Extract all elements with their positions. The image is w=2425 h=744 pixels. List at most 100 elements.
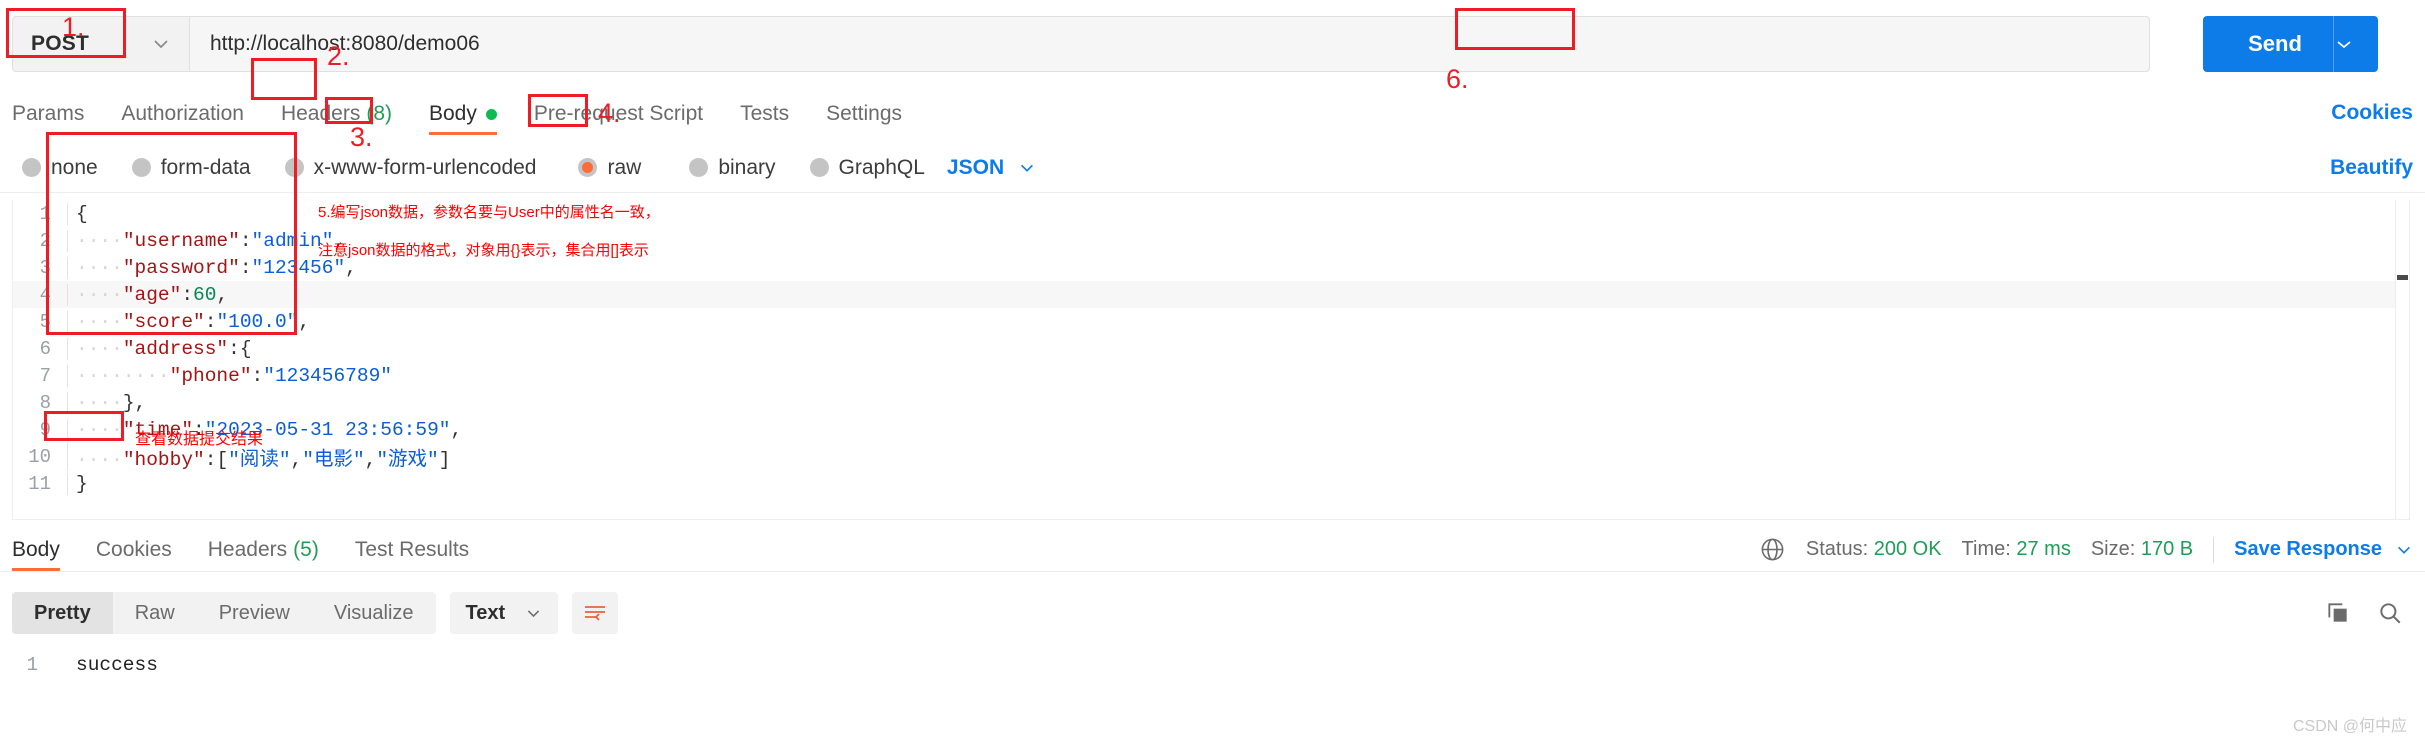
response-tab-test-results[interactable]: Test Results (355, 528, 469, 571)
view-mode-preview[interactable]: Preview (197, 592, 312, 634)
view-mode-raw[interactable]: Raw (113, 592, 197, 634)
cookies-link[interactable]: Cookies (2331, 92, 2413, 134)
code-text: ····"time":"2023-05-31 23:56:59", (67, 418, 462, 441)
annotation-text-5-line2: 注意json数据的格式，对象用{}表示，集合用[]表示 (318, 242, 649, 259)
response-view-toolbar: Pretty Raw Preview Visualize Text (0, 588, 2425, 638)
response-tab-cookies[interactable]: Cookies (96, 528, 172, 571)
send-button-label: Send (2248, 31, 2302, 56)
editor-scrollbar-thumb[interactable] (2397, 275, 2408, 280)
meta-divider (2213, 536, 2215, 563)
editor-scrollbar[interactable] (2395, 200, 2409, 519)
code-text: ····"age":60, (67, 283, 228, 306)
tab-params[interactable]: Params (12, 93, 84, 135)
code-line[interactable]: 5 ····"score":"100.0", (13, 308, 2409, 335)
request-url-input[interactable]: http://localhost:8080/demo06 (190, 16, 2150, 72)
body-type-binary[interactable]: binary (689, 155, 776, 180)
tab-settings[interactable]: Settings (826, 93, 902, 135)
response-actions (2325, 588, 2403, 638)
annotation-text-5-line1: 5.编写json数据，参数名要与User中的属性名一致， (318, 204, 660, 221)
code-text: ········"phone":"123456789" (67, 364, 392, 387)
line-number: 3 (39, 256, 51, 279)
beautify-button[interactable]: Beautify (2330, 143, 2413, 193)
body-type-graphql-label: GraphQL (838, 155, 925, 179)
line-number: 1 (39, 202, 51, 225)
code-line[interactable]: 10 ····"hobby":["阅读","电影","游戏"] (13, 442, 2409, 471)
chevron-down-icon (151, 34, 171, 54)
radio-icon (689, 158, 709, 177)
radio-icon (131, 158, 151, 177)
view-mode-visualize[interactable]: Visualize (312, 592, 436, 634)
body-type-graphql[interactable]: GraphQL (809, 155, 925, 180)
view-mode-pretty[interactable]: Pretty (12, 592, 113, 634)
time-value: 27 ms (2016, 538, 2071, 560)
radio-checked-icon (578, 158, 598, 177)
response-tab-headers-count: (5) (293, 537, 319, 561)
search-icon[interactable] (2377, 600, 2403, 626)
status-value: 200 OK (1873, 538, 1942, 560)
code-line[interactable]: 9 ····"time":"2023-05-31 23:56:59", (13, 416, 2409, 443)
response-body-value: success (76, 654, 158, 676)
save-response-label: Save Response (2234, 538, 2382, 560)
watermark: CSDN @何中应 (2292, 718, 2407, 735)
annotation-text-result: 查看数据提交结果 (135, 431, 264, 448)
code-text: ····"username":"admin", (67, 229, 345, 252)
code-text: } (67, 472, 88, 495)
tab-body-label: Body (429, 102, 477, 125)
code-text: ····"score":"100.0", (67, 310, 310, 333)
body-type-none[interactable]: none (22, 156, 98, 180)
code-line[interactable]: 8 ····}, (13, 389, 2409, 416)
code-line[interactable]: 6 ····"address":{ (13, 335, 2409, 362)
line-number: 2 (39, 229, 51, 252)
response-meta: Status: 200 OK Time: 27 ms Size: 170 B S… (1759, 528, 2413, 571)
response-format-select[interactable]: Text (449, 592, 559, 634)
size-value: 170 B (2140, 538, 2194, 560)
request-url-bar: POST http://localhost:8080/demo06 Send (0, 8, 2425, 76)
size-group: Size: 170 B (2091, 538, 2193, 561)
response-body-line: 1 success (0, 650, 2425, 680)
globe-icon (1759, 536, 1786, 563)
tab-headers[interactable]: Headers (8) (281, 93, 392, 135)
line-number: 7 (39, 364, 51, 387)
status-label: Status: (1805, 538, 1869, 560)
response-tab-headers-label: Headers (207, 537, 288, 561)
code-line[interactable]: 7 ········"phone":"123456789" (13, 362, 2409, 389)
response-tab-headers[interactable]: Headers (5) (208, 528, 319, 571)
body-type-x-www-form-urlencoded-label: x-www-form-urlencoded (313, 155, 537, 179)
annotation-number-4: 4. (598, 98, 621, 128)
code-text: ····"address":{ (67, 337, 252, 360)
code-line[interactable]: 11} (13, 470, 2409, 497)
response-tab-body[interactable]: Body (12, 528, 60, 571)
code-line[interactable]: 4 ····"age":60, (13, 281, 2409, 308)
chevron-down-icon (1018, 159, 1036, 177)
copy-icon[interactable] (2325, 600, 2351, 626)
tab-authorization[interactable]: Authorization (121, 93, 244, 135)
line-number: 9 (39, 418, 51, 441)
tab-body[interactable]: Body (429, 93, 497, 135)
line-number: 6 (39, 337, 51, 360)
annotation-number-2: 2. (327, 41, 350, 71)
line-number: 8 (39, 391, 51, 414)
code-text: ····}, (67, 391, 146, 414)
annotation-number-6: 6. (1446, 64, 1469, 94)
response-tab-test-results-label: Test Results (354, 537, 470, 561)
tab-headers-label: Headers (280, 102, 361, 125)
send-button[interactable]: Send (2203, 16, 2378, 72)
tab-authorization-label: Authorization (121, 102, 244, 125)
response-body: 1 success (0, 650, 2425, 700)
body-type-binary-label: binary (718, 155, 776, 179)
size-label: Size: (2090, 538, 2136, 560)
tab-tests[interactable]: Tests (740, 93, 789, 135)
save-response-button[interactable]: Save Response (2234, 538, 2413, 561)
body-type-x-www-form-urlencoded[interactable]: x-www-form-urlencoded (284, 155, 537, 180)
raw-format-select[interactable]: JSON (947, 156, 1036, 180)
raw-format-label: JSON (946, 155, 1005, 179)
http-method-select[interactable]: POST (12, 16, 190, 72)
response-format-label: Text (465, 601, 506, 624)
body-type-raw[interactable]: raw (578, 156, 641, 180)
body-type-form-data[interactable]: form-data (131, 155, 251, 180)
body-type-form-data-label: form-data (160, 155, 251, 179)
send-options-chevron-icon[interactable] (2334, 34, 2378, 54)
word-wrap-button[interactable] (572, 592, 619, 634)
response-view-modes: Pretty Raw Preview Visualize (12, 592, 436, 634)
time-group: Time: 27 ms (1962, 538, 2071, 561)
